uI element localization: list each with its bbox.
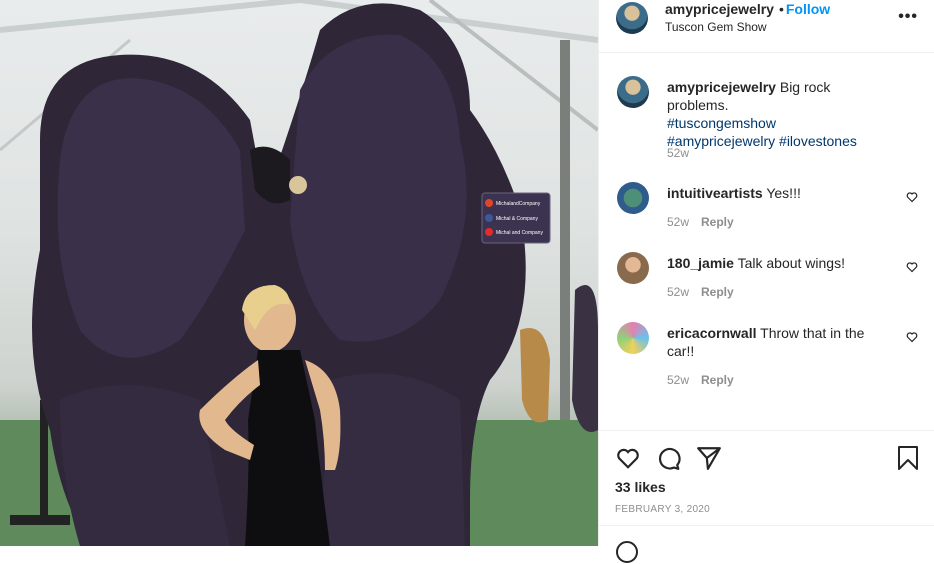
reply-button[interactable]: Reply bbox=[701, 215, 734, 229]
header-username[interactable]: amypricejewelry bbox=[665, 1, 774, 17]
bookmark-icon[interactable] bbox=[896, 445, 920, 471]
comment-username[interactable]: intuitiveartists bbox=[667, 185, 763, 201]
comment-time[interactable]: 52w bbox=[667, 373, 689, 387]
more-icon[interactable]: ••• bbox=[898, 8, 918, 26]
comment-username[interactable]: ericacornwall bbox=[667, 325, 757, 341]
heart-icon[interactable] bbox=[615, 445, 641, 471]
comment-text: intuitiveartists Yes!!! bbox=[667, 184, 884, 202]
like-comment-heart-icon[interactable] bbox=[906, 261, 918, 273]
caption-username[interactable]: amypricejewelry bbox=[667, 79, 776, 95]
caption-time[interactable]: 52w bbox=[667, 146, 689, 160]
avatar[interactable] bbox=[617, 322, 649, 354]
reply-button[interactable]: Reply bbox=[701, 373, 734, 387]
sign-line: MichalandCompany bbox=[496, 201, 541, 207]
share-icon[interactable] bbox=[696, 445, 722, 471]
comment-meta: 52w Reply bbox=[667, 373, 734, 387]
likes-count[interactable]: 33 likes bbox=[615, 479, 666, 495]
comment-text: ericacornwall Throw that in the car!! bbox=[667, 324, 884, 360]
location-link[interactable]: Tuscon Gem Show bbox=[665, 20, 767, 34]
sign-line: Michal & Company bbox=[496, 216, 538, 222]
post-header: amypricejewelry • Follow Tuscon Gem Show •… bbox=[599, 0, 934, 53]
emoji-icon[interactable] bbox=[615, 540, 639, 564]
comment-body: Talk about wings! bbox=[737, 255, 845, 271]
caption-hashtags[interactable]: #tuscongemshow #amypricejewelry #ilovest… bbox=[667, 115, 857, 149]
follow-button[interactable]: Follow bbox=[786, 1, 830, 17]
sign-line: Michal and Company bbox=[496, 230, 543, 236]
avatar[interactable] bbox=[616, 2, 648, 34]
comment-icon[interactable] bbox=[655, 445, 681, 471]
post-photo[interactable]: MichalandCompany Michal & Company Michal… bbox=[0, 0, 598, 546]
reply-button[interactable]: Reply bbox=[701, 285, 734, 299]
caption-text: amypricejewelry Big rock problems. #tusc… bbox=[667, 78, 884, 150]
avatar[interactable] bbox=[617, 76, 649, 108]
like-comment-heart-icon[interactable] bbox=[906, 191, 918, 203]
comment-input-area bbox=[599, 525, 934, 563]
comment-meta: 52w Reply bbox=[667, 215, 734, 229]
post-image: MichalandCompany Michal & Company Michal… bbox=[0, 0, 598, 546]
avatar[interactable] bbox=[617, 182, 649, 214]
comment-text: 180_jamie Talk about wings! bbox=[667, 254, 884, 272]
comment-body: Yes!!! bbox=[766, 185, 801, 201]
comment-meta: 52w Reply bbox=[667, 285, 734, 299]
like-comment-heart-icon[interactable] bbox=[906, 331, 918, 343]
post-details-panel: amypricejewelry • Follow Tuscon Gem Show •… bbox=[598, 0, 934, 563]
comment-username[interactable]: 180_jamie bbox=[667, 255, 734, 271]
comment-time[interactable]: 52w bbox=[667, 285, 689, 299]
avatar[interactable] bbox=[617, 252, 649, 284]
post-date[interactable]: FEBRUARY 3, 2020 bbox=[615, 504, 710, 515]
separator-dot: • bbox=[778, 1, 784, 17]
post-actions: 33 likes FEBRUARY 3, 2020 bbox=[599, 430, 934, 531]
comment-time[interactable]: 52w bbox=[667, 215, 689, 229]
